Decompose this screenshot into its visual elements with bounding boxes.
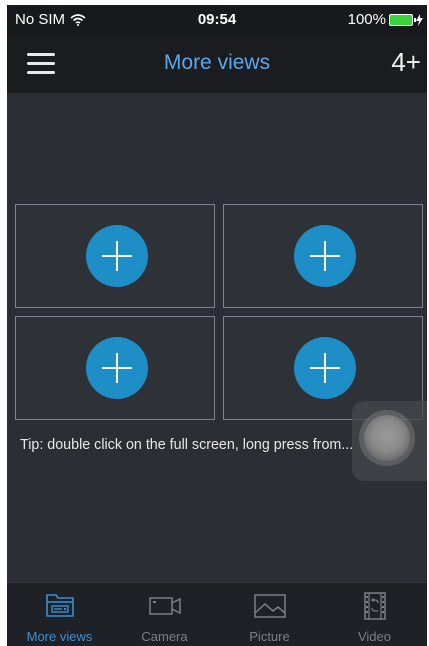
app-screen: No SIM 09:54 100% More views 4+ Tip: dou…: [7, 5, 427, 646]
tab-label: Camera: [141, 629, 188, 644]
nvr-icon: [45, 594, 74, 617]
camera-icon: [148, 597, 181, 615]
add-channel-button[interactable]: [294, 225, 356, 287]
add-channel-button[interactable]: [86, 337, 148, 399]
add-channel-button[interactable]: [294, 337, 356, 399]
nav-bar: More views 4+: [7, 35, 427, 93]
view-count-button[interactable]: 4+: [391, 47, 421, 78]
view-slot-2[interactable]: [223, 204, 423, 308]
battery-percent: 100%: [347, 11, 386, 28]
tab-bar: More views Camera Picture Video: [7, 582, 427, 646]
tab-video[interactable]: Video: [322, 583, 427, 646]
battery-group: 100%: [348, 11, 423, 28]
view-grid: [15, 204, 426, 424]
picture-icon: [253, 594, 286, 618]
add-channel-button[interactable]: [86, 225, 148, 287]
tab-label: Picture: [249, 629, 290, 644]
assistive-touch-ball: [364, 415, 410, 461]
tab-camera[interactable]: Camera: [112, 583, 217, 646]
view-slot-3[interactable]: [15, 316, 215, 420]
charging-icon: [416, 13, 423, 26]
assistive-touch-button[interactable]: [352, 401, 427, 481]
status-bar: No SIM 09:54 100%: [7, 5, 427, 35]
tab-picture[interactable]: Picture: [217, 583, 322, 646]
view-slot-1[interactable]: [15, 204, 215, 308]
battery-icon: [389, 13, 416, 26]
tab-label: Video: [357, 629, 391, 644]
tab-more-views[interactable]: More views: [7, 583, 112, 646]
video-icon: [363, 592, 386, 620]
page-title: More views: [163, 51, 271, 74]
tab-label: More views: [26, 629, 93, 644]
